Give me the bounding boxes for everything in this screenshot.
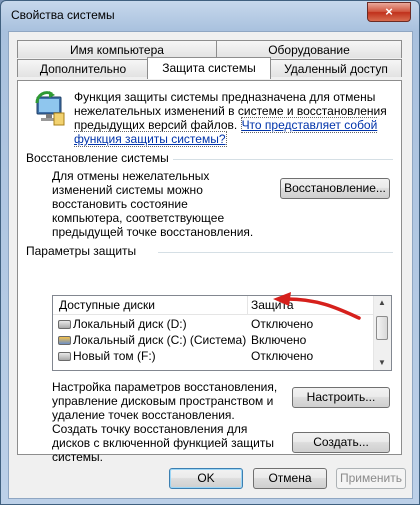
scroll-up-icon[interactable]: ▲	[378, 298, 386, 307]
drive-protection-state: Включено	[251, 333, 307, 347]
tab-system-protection[interactable]: Защита системы	[147, 57, 271, 79]
dialog-client-area: Имя компьютера Оборудование Дополнительн…	[8, 31, 413, 499]
tab-label: Имя компьютера	[70, 43, 164, 57]
system-drive-icon	[58, 336, 71, 345]
tab-label: Защита системы	[162, 61, 256, 75]
drive-name: Локальный диск (C:) (Система)	[73, 333, 247, 347]
close-button[interactable]: ×	[367, 2, 411, 22]
tab-computer-name[interactable]: Имя компьютера	[17, 40, 217, 58]
configure-button[interactable]: Настроить...	[292, 387, 390, 408]
protection-group-title: Параметры защиты	[26, 244, 137, 258]
tab-hardware[interactable]: Оборудование	[216, 40, 402, 58]
system-restore-button[interactable]: Восстановление...	[280, 178, 390, 199]
apply-button[interactable]: Применить	[336, 468, 406, 489]
title-bar[interactable]: Свойства системы ×	[1, 1, 419, 31]
drive-name: Локальный диск (D:)	[73, 317, 187, 331]
scrollbar-thumb[interactable]	[376, 316, 388, 340]
drive-protection-state: Отключено	[251, 349, 314, 363]
restore-group-title: Восстановление системы	[26, 151, 169, 165]
tab-remote[interactable]: Удаленный доступ	[270, 59, 402, 77]
ok-button[interactable]: OK	[169, 468, 243, 489]
create-description: Создать точку восстановления для дисков …	[52, 422, 274, 464]
window-title: Свойства системы	[11, 8, 115, 22]
drive-row-f[interactable]: Новый том (F:) Отключено	[53, 348, 375, 364]
drives-list-scrollbar[interactable]: ▲ ▼	[373, 296, 391, 370]
cancel-button[interactable]: Отмена	[253, 468, 327, 489]
tab-label: Дополнительно	[39, 62, 127, 76]
system-protection-icon	[35, 91, 65, 126]
configure-description: Настройка параметров восстановления, упр…	[52, 380, 278, 422]
drive-name: Новый том (F:)	[73, 349, 156, 363]
tab-advanced[interactable]: Дополнительно	[17, 59, 149, 77]
system-protection-panel: Функция защиты системы предназначена для…	[17, 80, 402, 464]
drive-row-c[interactable]: Локальный диск (C:) (Система) Включено	[53, 332, 375, 348]
column-header-drives[interactable]: Доступные диски	[59, 298, 155, 312]
tab-label: Удаленный доступ	[284, 62, 388, 76]
intro-description: Функция защиты системы предназначена для…	[74, 90, 394, 147]
column-separator[interactable]	[247, 296, 248, 314]
scroll-down-icon[interactable]: ▼	[378, 358, 386, 367]
close-icon: ×	[385, 4, 393, 19]
system-properties-window: Свойства системы × Имя компьютера Оборуд…	[0, 0, 420, 505]
annotation-arrow-icon	[273, 292, 361, 320]
tab-label: Оборудование	[268, 43, 350, 57]
protection-group-divider	[158, 252, 393, 253]
drive-icon	[58, 320, 71, 329]
restore-description: Для отмены нежелательных изменений систе…	[52, 169, 254, 239]
create-button[interactable]: Создать...	[292, 432, 390, 453]
drive-icon	[58, 352, 71, 361]
restore-group-divider	[173, 159, 393, 160]
